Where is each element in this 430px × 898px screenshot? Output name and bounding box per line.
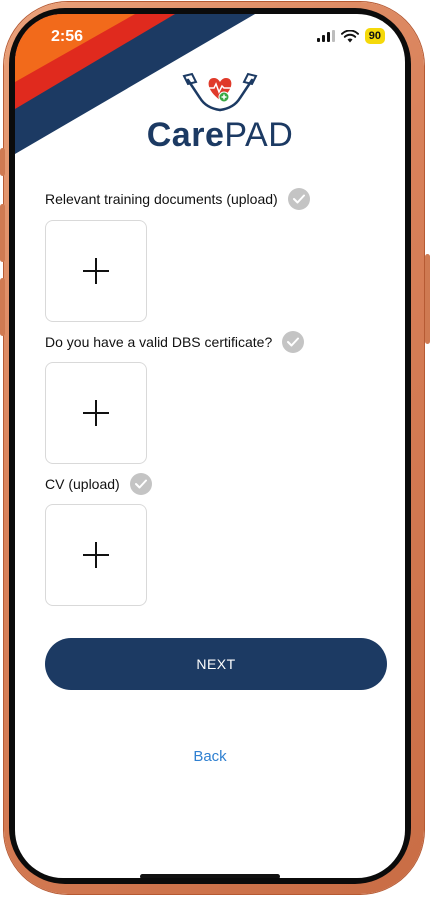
cv-upload-button[interactable] <box>45 504 147 606</box>
plus-icon <box>83 258 109 284</box>
phone-device: 2:56 90 CarePAD Relevant training docume… <box>0 0 430 898</box>
brand-name: CarePAD <box>145 116 295 155</box>
brand-name-care: Care <box>146 116 225 154</box>
check-icon <box>282 331 305 353</box>
power-button <box>425 254 430 344</box>
battery-indicator: 90 <box>364 28 385 44</box>
app-screen: 2:56 90 CarePAD Relevant training docume… <box>15 14 405 878</box>
check-icon <box>129 473 152 495</box>
dbs-certificate-label: Do you have a valid DBS certificate? <box>45 334 273 350</box>
plus-icon <box>83 400 109 426</box>
status-bar: 2:56 90 <box>15 14 405 58</box>
status-icons: 90 <box>316 28 385 44</box>
training-docs-label-row: Relevant training documents (upload) <box>45 188 310 210</box>
dbs-certificate-upload-button[interactable] <box>45 362 147 464</box>
dbs-certificate-label-row: Do you have a valid DBS certificate? <box>45 331 305 353</box>
training-docs-label: Relevant training documents (upload) <box>45 191 278 207</box>
back-link[interactable]: Back <box>15 748 405 765</box>
next-button[interactable]: NEXT <box>45 638 387 690</box>
cv-label: CV (upload) <box>45 476 120 492</box>
check-icon <box>287 188 310 210</box>
volume-up-button <box>0 204 5 262</box>
carepad-logo: CarePAD <box>145 70 295 170</box>
signal-icon <box>316 30 335 42</box>
silent-switch <box>0 148 5 176</box>
wifi-icon <box>340 29 359 42</box>
home-indicator <box>140 874 280 878</box>
volume-down-button <box>0 278 5 336</box>
hands-heart-icon <box>182 72 258 112</box>
training-docs-upload-button[interactable] <box>45 220 147 322</box>
plus-icon <box>83 542 109 568</box>
brand-name-pad: PAD <box>224 116 294 154</box>
status-time: 2:56 <box>51 28 84 45</box>
cv-label-row: CV (upload) <box>45 473 152 495</box>
